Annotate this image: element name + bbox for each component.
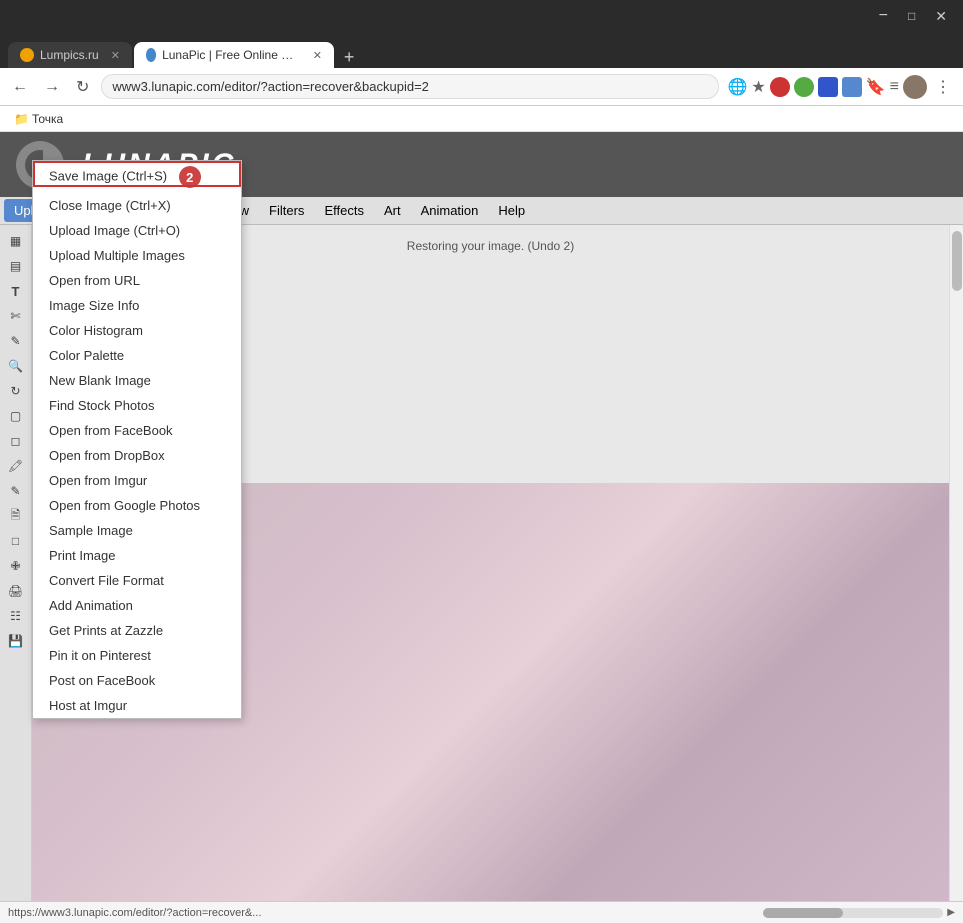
tab-lunapic[interactable]: LunaPic | Free Online Photo Edito... ✕ xyxy=(134,42,334,68)
menu-get-prints[interactable]: Get Prints at Zazzle xyxy=(33,618,241,643)
tool-dotted-rect[interactable]: ▤ xyxy=(4,254,28,278)
extension-icon-3 xyxy=(818,77,838,97)
extension-icon-2 xyxy=(794,77,814,97)
tool-rect[interactable]: ▢ xyxy=(4,404,28,428)
tool-layers[interactable]: ☷ xyxy=(4,604,28,628)
tool-save[interactable]: 💾 xyxy=(4,629,28,653)
tool-eraser[interactable]: ◻ xyxy=(4,429,28,453)
new-tab-button[interactable]: + xyxy=(336,47,363,68)
maximize-button[interactable]: □ xyxy=(900,6,923,27)
tab-icon-lunapic xyxy=(146,48,156,62)
reload-button[interactable]: ↻ xyxy=(72,75,93,99)
tool-move[interactable]: ✙ xyxy=(4,554,28,578)
tool-stamp[interactable]: □ xyxy=(4,529,28,553)
scrollbar-track[interactable] xyxy=(949,225,963,901)
menu-open-url[interactable]: Open from URL xyxy=(33,268,241,293)
tool-select[interactable]: ▦ xyxy=(4,229,28,253)
tool-text[interactable]: T xyxy=(4,279,28,303)
tool-dropper[interactable]: 🖍 xyxy=(4,454,28,478)
tool-pen[interactable]: ✎ xyxy=(4,329,28,353)
tool-print[interactable]: 🖨 xyxy=(4,579,28,603)
tab-lumpics-label: Lumpics.ru xyxy=(40,48,99,62)
tab-close-lumpics[interactable]: ✕ xyxy=(111,49,120,62)
extension-icon-1 xyxy=(770,77,790,97)
bookmark-star-icon[interactable]: ★ xyxy=(751,77,765,97)
tool-zoom[interactable]: 🔍 xyxy=(4,354,28,378)
menu-open-google-photos[interactable]: Open from Google Photos xyxy=(33,493,241,518)
menu-effects[interactable]: Effects xyxy=(314,199,374,222)
address-input[interactable] xyxy=(101,74,719,99)
tool-lasso[interactable]: ↻ xyxy=(4,379,28,403)
menu-pin-pinterest[interactable]: Pin it on Pinterest xyxy=(33,643,241,668)
menu-host-imgur[interactable]: Host at Imgur xyxy=(33,693,241,718)
tab-icon-lumpics xyxy=(20,48,34,62)
menu-add-animation[interactable]: Add Animation xyxy=(33,593,241,618)
translate-icon: 🌐 xyxy=(727,77,747,97)
extension-icon-6: ≡ xyxy=(890,78,899,96)
menu-new-blank-image[interactable]: New Blank Image xyxy=(33,368,241,393)
bookmark-label: Точка xyxy=(32,112,63,126)
menu-art[interactable]: Art xyxy=(374,199,411,222)
scroll-arrow-right[interactable]: ▶ xyxy=(947,907,955,918)
left-toolbar: ▦ ▤ T ✄ ✎ 🔍 ↻ ▢ ◻ 🖍 ✎ 🗎 □ ✙ 🖨 ☷ 💾 xyxy=(0,225,32,901)
menu-sample-image[interactable]: Sample Image xyxy=(33,518,241,543)
menu-open-dropbox[interactable]: Open from DropBox xyxy=(33,443,241,468)
forward-button[interactable]: → xyxy=(40,76,64,98)
menu-button[interactable]: ⋮ xyxy=(931,75,955,99)
extension-icon-4 xyxy=(842,77,862,97)
menu-upload-multiple[interactable]: Upload Multiple Images xyxy=(33,243,241,268)
menu-filters[interactable]: Filters xyxy=(259,199,314,222)
menu-find-stock[interactable]: Find Stock Photos xyxy=(33,393,241,418)
tab-lumpics[interactable]: Lumpics.ru ✕ xyxy=(8,42,132,68)
file-dropdown: Save Image (Ctrl+S) 2 Close Image (Ctrl+… xyxy=(32,225,242,719)
menu-color-histogram[interactable]: Color Histogram xyxy=(33,318,241,343)
profile-avatar[interactable] xyxy=(903,75,927,99)
menu-post-facebook[interactable]: Post on FaceBook xyxy=(33,668,241,693)
back-button[interactable]: ← xyxy=(8,76,32,98)
folder-icon: 📁 xyxy=(14,112,29,126)
bookmark-folder[interactable]: 📁 Точка xyxy=(8,110,69,128)
menu-animation[interactable]: Animation xyxy=(411,199,489,222)
menu-help[interactable]: Help xyxy=(488,199,535,222)
tab-close-lunapic[interactable]: ✕ xyxy=(313,49,322,62)
tool-scissors[interactable]: ✄ xyxy=(4,304,28,328)
tool-pencil[interactable]: ✎ xyxy=(4,479,28,503)
menu-open-imgur[interactable]: Open from Imgur xyxy=(33,468,241,493)
status-text: https://www3.lunapic.com/editor/?action=… xyxy=(8,907,763,919)
menu-image-size-info[interactable]: Image Size Info xyxy=(33,293,241,318)
minimize-button[interactable]: − xyxy=(871,6,896,27)
menu-upload-image[interactable]: Upload Image (Ctrl+O) xyxy=(33,225,241,243)
menu-open-facebook[interactable]: Open from FaceBook xyxy=(33,418,241,443)
tool-copy[interactable]: 🗎 xyxy=(4,504,28,528)
extension-icon-5: 🔖 xyxy=(866,77,886,97)
menu-color-palette[interactable]: Color Palette xyxy=(33,343,241,368)
menu-convert-format[interactable]: Convert File Format xyxy=(33,568,241,593)
close-button[interactable]: ✕ xyxy=(927,6,955,27)
scrollbar-thumb[interactable] xyxy=(952,231,962,291)
menu-print-image[interactable]: Print Image xyxy=(33,543,241,568)
tab-lunapic-label: LunaPic | Free Online Photo Edito... xyxy=(162,48,301,62)
